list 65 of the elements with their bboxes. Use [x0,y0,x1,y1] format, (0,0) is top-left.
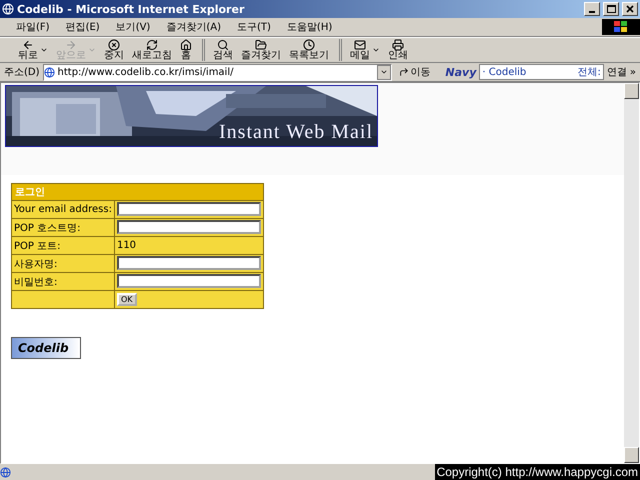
maximize-button[interactable] [603,2,619,16]
toolbar-button[interactable]: 메일 [339,39,384,61]
toolbar-button[interactable]: 검색 [202,39,237,61]
copyright-text: Copyright(c) http://www.happycgi.com [434,464,640,480]
toolbar-button[interactable]: 뒤로 [14,39,52,61]
go-arrow-icon [399,67,410,77]
caret-icon [372,46,380,54]
back-icon [22,39,34,51]
field-label: POP 포트: [12,236,114,254]
menu-item[interactable]: 파일(F) [8,20,58,34]
toolbar-button[interactable]: 목록보기 [285,39,333,61]
input-field[interactable] [116,274,261,288]
toolbar-brand: Navy [445,66,476,78]
stop-icon [108,39,120,51]
more-chevron[interactable]: » [630,66,636,78]
field-label: POP 호스트명: [12,218,114,236]
toolbar-button[interactable]: 새로고침 [128,39,176,61]
input-field[interactable] [116,202,261,216]
field-label: Your email address: [12,200,114,218]
input-field[interactable] [116,220,261,234]
banner-title: Instant Web Mail [219,121,373,144]
caret-icon [380,68,388,76]
forward-icon [65,39,77,51]
window-title: Codelib - Microsoft Internet Explorer [17,2,246,16]
go-button[interactable]: 이동 [395,65,434,79]
menu-item[interactable]: 보기(V) [108,20,158,34]
minimize-button[interactable] [584,2,600,16]
toolbar-button[interactable]: 즐겨찾기 [237,39,285,61]
field-value: 110 [114,236,264,254]
address-label: 주소(D) [4,66,40,79]
caret-icon [88,46,96,54]
dropdown-button[interactable] [377,64,392,80]
field-label: 사용자명: [12,254,114,272]
close-icon [626,5,634,13]
toolbar-button[interactable]: 중지 [100,39,128,61]
input-field[interactable] [116,256,261,270]
refresh-icon [146,39,158,51]
maximize-icon [606,5,616,13]
form-header: 로그인 [12,184,264,200]
windows-logo-icon [602,19,640,35]
menu-item[interactable]: 편집(E) [58,20,108,34]
home-icon [180,39,192,51]
mail-icon [354,39,366,51]
close-button[interactable] [622,2,638,16]
address-field[interactable]: http://www.codelib.co.kr/imsi/imail/ [42,64,392,80]
scrollbar[interactable] [624,83,639,463]
toolbar-button[interactable]: 인쇄 [384,39,412,61]
ok-button[interactable]: OK [116,293,136,306]
menu-item[interactable]: 도구(T) [229,20,279,34]
page-icon [0,466,11,478]
search-icon [217,39,229,51]
field-label: 비밀번호: [12,272,114,290]
toolbar-button[interactable]: 홈 [176,39,196,61]
folder-icon [255,39,267,51]
links-label[interactable]: 연결 [606,65,627,79]
browser-icon [2,3,14,15]
menu-item[interactable]: 즐겨찾기(A) [158,20,229,34]
menu-item[interactable]: 도움말(H) [278,20,340,34]
scope-label: 전체: [578,66,601,79]
caret-icon [40,46,48,54]
printer-icon [392,39,404,51]
page-icon [44,66,55,78]
search-field[interactable]: · Codelib 전체: [479,64,604,80]
logo: Codelib [11,337,81,359]
clock-icon [303,39,315,51]
